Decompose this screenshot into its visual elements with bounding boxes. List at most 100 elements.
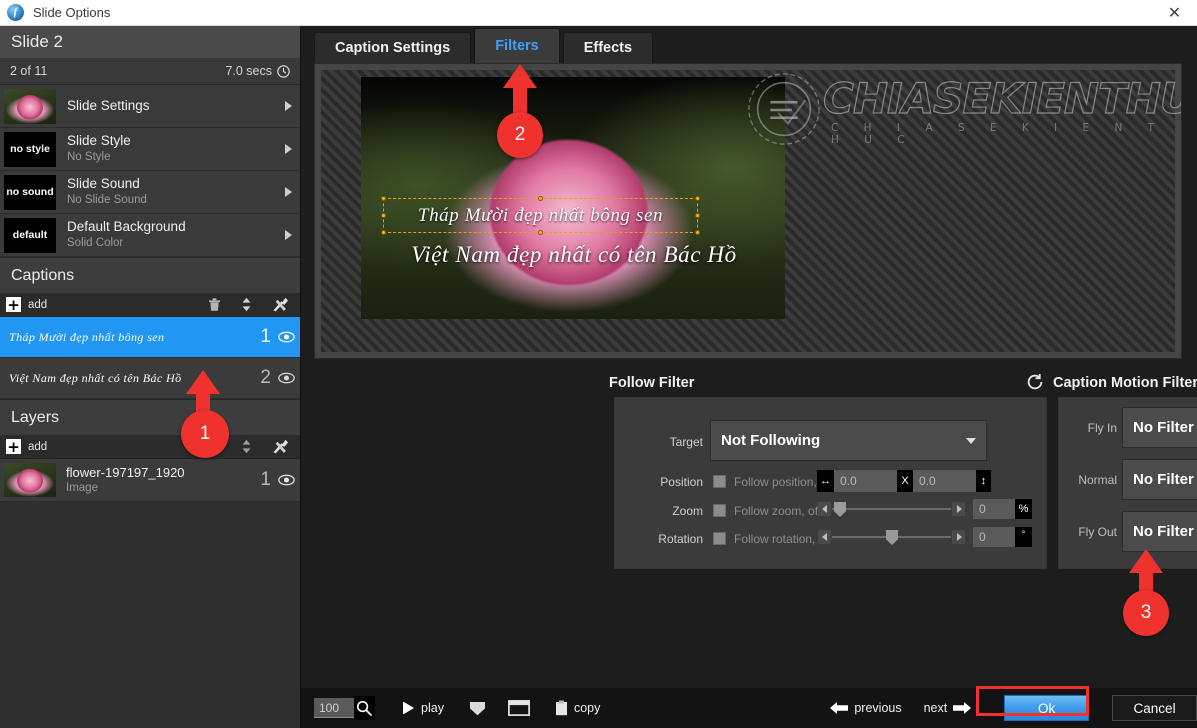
rotation-slider-knob[interactable] (886, 530, 898, 545)
rotation-value-input[interactable]: 0 (973, 527, 1015, 547)
option-title: Slide Sound (67, 176, 140, 192)
zoom-slider[interactable] (818, 502, 965, 517)
chevron-down-icon (966, 437, 976, 444)
rotation-slider-right-arrow[interactable] (952, 530, 965, 544)
add-caption-label[interactable]: add (28, 299, 47, 311)
slide-style-text: Slide Style No Style (67, 133, 131, 164)
eye-icon[interactable] (278, 331, 295, 343)
resize-handle[interactable] (695, 212, 700, 218)
eye-icon[interactable] (278, 372, 295, 384)
reorder-icon[interactable] (241, 439, 252, 454)
normal-select[interactable]: No Filter (1122, 459, 1197, 500)
sidebar-item-slide-settings[interactable]: Slide Settings (0, 85, 300, 128)
next-label: next (923, 701, 948, 715)
slide-canvas[interactable]: Tháp Mười đẹp nhất bông sen Việt Nam đẹp… (361, 77, 785, 319)
slide-settings-text: Slide Settings (67, 98, 150, 115)
zoom-value-input[interactable]: 0 (973, 499, 1015, 519)
caption-index: 2 (260, 367, 271, 388)
rotation-slider[interactable] (818, 530, 965, 545)
trash-icon[interactable] (208, 297, 221, 312)
play-icon (403, 701, 415, 715)
tools-icon[interactable] (272, 297, 289, 312)
resize-handle[interactable] (381, 196, 386, 201)
main-panel: Caption Settings Filters Effects Tháp Mư… (301, 26, 1197, 728)
sidebar-item-default-background[interactable]: default Default Background Solid Color (0, 214, 300, 257)
caption-line2-text[interactable]: Việt Nam đẹp nhất có tên Bác Hồ (369, 242, 779, 268)
horizontal-arrows-icon: ↔ (817, 470, 834, 492)
resize-handle[interactable] (381, 212, 386, 218)
window-button[interactable] (508, 700, 530, 716)
tab-effects[interactable]: Effects (562, 32, 654, 63)
reorder-icon[interactable] (241, 297, 252, 312)
add-layer-label[interactable]: add (28, 441, 47, 453)
window-icon (508, 700, 530, 716)
copy-button[interactable]: copy (555, 700, 600, 716)
zoom-input[interactable]: 100 (314, 698, 354, 718)
follow-rotation-checkbox[interactable] (713, 532, 726, 545)
option-title: Slide Style (67, 133, 131, 149)
previous-button[interactable]: previous (830, 701, 902, 715)
trash-icon[interactable] (208, 439, 221, 454)
target-select[interactable]: Not Following (710, 420, 987, 461)
add-caption-icon[interactable]: + (6, 297, 21, 312)
resize-handle[interactable] (695, 230, 700, 235)
rotation-unit: ° (1015, 527, 1032, 547)
caption-list-item-2[interactable]: Việt Nam đẹp nhất có tên Bác Hồ 2 (0, 358, 300, 399)
play-button[interactable]: play (402, 701, 444, 715)
position-label: Position (660, 475, 703, 489)
resize-handle[interactable] (537, 230, 543, 235)
option-desc: No Style (67, 151, 111, 164)
next-button[interactable]: next (924, 701, 972, 715)
resize-handle[interactable] (537, 196, 543, 201)
zoom-slider-knob[interactable] (834, 502, 846, 517)
title-bar: f Slide Options ✕ (0, 0, 1197, 26)
slide-style-thumbnail: no style (4, 131, 56, 167)
layer-thumbnail (4, 463, 56, 497)
tab-filters[interactable]: Filters (474, 28, 560, 63)
resize-handle[interactable] (695, 196, 700, 201)
add-layer-icon[interactable]: + (6, 439, 21, 454)
fly-out-select[interactable]: No Filter (1122, 511, 1197, 552)
normal-label: Normal (1078, 473, 1117, 487)
magnifier-icon[interactable] (353, 696, 376, 720)
target-value: Not Following (721, 432, 821, 449)
chevron-right-icon (285, 230, 292, 240)
captions-add-bar: + add (0, 293, 300, 317)
captions-tools (208, 297, 300, 312)
app-logo-icon: f (7, 4, 24, 21)
ok-highlight-box (976, 686, 1089, 716)
shield-button[interactable] (469, 701, 486, 716)
cancel-button[interactable]: Cancel (1112, 695, 1197, 721)
rotation-slider-left-arrow[interactable] (818, 530, 831, 544)
copy-label: copy (573, 701, 601, 715)
caption-box-selected[interactable]: Tháp Mười đẹp nhất bông sen (381, 196, 700, 235)
close-icon[interactable]: ✕ (1152, 0, 1197, 25)
arrow-left-icon (830, 702, 849, 714)
position-y-input[interactable]: 0.0 (913, 470, 976, 492)
tab-caption-settings[interactable]: Caption Settings (314, 32, 472, 63)
captions-header: Captions (0, 257, 300, 293)
shield-icon (469, 701, 485, 715)
caption-motion-filters-panel: Caption Motion Filters Fly In No Filter … (1053, 371, 1197, 569)
target-label: Target (669, 435, 703, 449)
fly-in-select[interactable]: No Filter (1122, 407, 1197, 448)
layer-list-item-1[interactable]: flower-197197_1920 Image 1 (0, 459, 300, 502)
slide-position: 2 of 11 (10, 64, 48, 78)
eye-icon[interactable] (278, 474, 295, 486)
slide-preview[interactable]: Tháp Mười đẹp nhất bông sen Việt Nam đẹp… (314, 63, 1182, 359)
sidebar-item-slide-style[interactable]: no style Slide Style No Style (0, 128, 300, 171)
sidebar-item-slide-sound[interactable]: no sound Slide Sound No Slide Sound (0, 171, 300, 214)
follow-zoom-checkbox[interactable] (713, 504, 726, 517)
option-title: Default Background (67, 219, 186, 235)
zoom-slider-right-arrow[interactable] (952, 502, 965, 516)
tools-icon[interactable] (272, 439, 289, 454)
option-desc: Solid Color (67, 237, 124, 250)
follow-position-checkbox[interactable] (713, 475, 726, 488)
vertical-arrows-icon: ↕ (976, 470, 991, 492)
zoom-slider-left-arrow[interactable] (818, 502, 831, 516)
resize-handle[interactable] (381, 230, 386, 235)
position-x-input[interactable]: 0.0 (834, 470, 897, 492)
caption-list-item-1[interactable]: Tháp Mười đẹp nhất bông sen 1 (0, 317, 300, 358)
reset-icon[interactable] (1025, 372, 1045, 392)
clipboard-icon (555, 700, 567, 716)
